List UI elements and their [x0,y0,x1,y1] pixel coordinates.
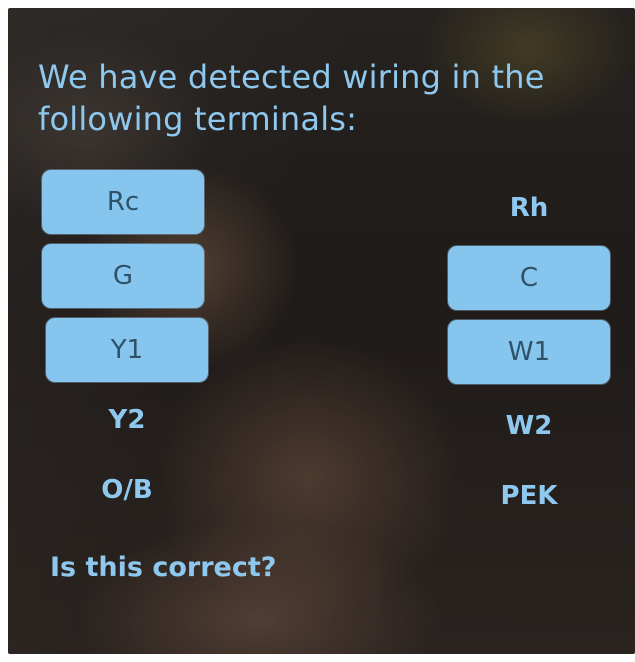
terminal-y1[interactable]: Y1 [46,318,208,382]
terminal-g[interactable]: G [42,244,204,308]
terminal-w1[interactable]: W1 [448,320,610,384]
message-line-2: following terminals: [38,100,358,138]
terminal-w2[interactable]: W2 [448,394,610,458]
message-line-1: We have detected wiring in the [38,58,545,96]
confirmation-question: Is this correct? [50,552,277,583]
thermostat-screen: We have detected wiring in the following … [8,8,635,654]
terminal-pek[interactable]: PEK [448,464,610,528]
wiring-detected-message: We have detected wiring in the following … [38,56,608,140]
terminal-c[interactable]: C [448,246,610,310]
terminal-rc[interactable]: Rc [42,170,204,234]
terminal-rh[interactable]: Rh [448,176,610,240]
terminal-ob[interactable]: O/B [46,458,208,522]
terminal-y2[interactable]: Y2 [46,388,208,452]
